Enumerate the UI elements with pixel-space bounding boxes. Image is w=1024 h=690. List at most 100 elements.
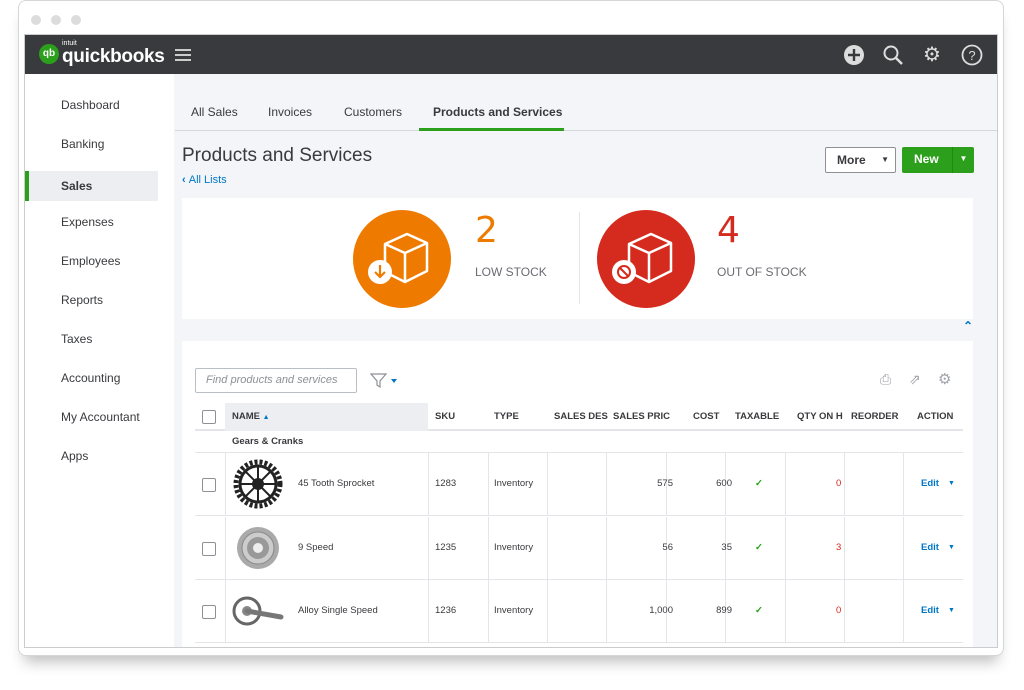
- row-checkbox[interactable]: [202, 478, 216, 492]
- column-divider: [903, 580, 904, 643]
- column-divider: [488, 580, 489, 643]
- plus-circle-icon[interactable]: [843, 44, 865, 66]
- low-stock-box-icon[interactable]: [353, 210, 451, 308]
- select-all-checkbox[interactable]: [202, 410, 216, 424]
- cell-cost: 600: [716, 478, 732, 489]
- product-name[interactable]: 9 Speed: [298, 542, 333, 553]
- cell-type: Inventory: [494, 478, 534, 489]
- sidebar-item-apps[interactable]: Apps: [25, 441, 158, 471]
- column-divider: [606, 516, 607, 580]
- sidebar-item-accounting[interactable]: Accounting: [25, 363, 158, 393]
- cell-qty: 0: [836, 478, 842, 489]
- product-name[interactable]: 45 Tooth Sprocket: [298, 478, 374, 489]
- product-image: [231, 584, 285, 643]
- qb-logo-icon: qb: [39, 44, 59, 64]
- column-header-sales-price[interactable]: SALES PRIC: [613, 403, 670, 429]
- cell-type: Inventory: [494, 541, 534, 553]
- sidebar-item-reports[interactable]: Reports: [25, 285, 158, 315]
- table-row[interactable]: 9 Speed 1235 Inventory 56 35 ✓ 3 Edit ▼: [195, 516, 963, 580]
- out-of-stock-count[interactable]: 4: [717, 210, 740, 251]
- cell-cost: 35: [721, 541, 732, 553]
- row-checkbox[interactable]: [202, 605, 216, 619]
- sidebar-item-sales[interactable]: Sales: [25, 171, 158, 201]
- column-header-action: ACTION: [917, 411, 954, 422]
- tab-products-and-services[interactable]: Products and Services: [433, 105, 562, 119]
- column-divider: [488, 516, 489, 580]
- column-divider: [428, 580, 429, 643]
- action-caret-down-icon[interactable]: ▼: [948, 544, 955, 551]
- export-icon[interactable]: ⇗: [909, 371, 921, 388]
- column-divider: [903, 516, 904, 580]
- cell-action[interactable]: Edit: [921, 542, 939, 553]
- all-lists-label: All Lists: [188, 174, 227, 186]
- more-button[interactable]: More ▼: [825, 147, 896, 173]
- print-icon[interactable]: ⎙: [880, 371, 891, 388]
- column-header-cost[interactable]: COST: [693, 403, 719, 429]
- table-row[interactable]: Alloy Single Speed 1236 Inventory 1,000 899 ✓…: [195, 580, 963, 643]
- column-header-type[interactable]: TYPE: [494, 403, 519, 429]
- cell-action[interactable]: Edit: [921, 605, 939, 616]
- cell-price: 575: [657, 478, 673, 489]
- column-divider: [844, 516, 845, 580]
- cell-type: Inventory: [494, 605, 534, 616]
- sidebar-item-banking[interactable]: Banking: [25, 129, 158, 159]
- group-label: Gears & Cranks: [232, 436, 304, 447]
- tab-all-sales[interactable]: All Sales: [191, 105, 238, 119]
- column-header-sku[interactable]: SKU: [435, 403, 455, 429]
- sidebar-item-expenses[interactable]: Expenses: [25, 207, 158, 237]
- cell-qty: 3: [836, 541, 842, 553]
- brand-name: quickbooks: [62, 46, 165, 67]
- search-input[interactable]: Find products and services: [195, 368, 357, 393]
- new-label: New: [914, 152, 939, 166]
- products-table-panel: Find products and services ⎙ ⇗ ⚙ NAME ▲ …: [182, 341, 973, 647]
- collapse-chevron-icon[interactable]: ⌃: [963, 319, 973, 333]
- gear-icon[interactable]: ⚙: [921, 44, 943, 66]
- cell-taxable: ✓: [755, 605, 763, 616]
- filter-icon[interactable]: [369, 372, 400, 393]
- column-divider: [428, 516, 429, 580]
- table-header: NAME ▲ SKU TYPE SALES DES SALES PRIC COS…: [195, 403, 963, 431]
- column-header-name[interactable]: NAME ▲: [232, 403, 270, 429]
- caret-down-icon[interactable]: ▼: [952, 147, 974, 173]
- cell-action[interactable]: Edit: [921, 478, 939, 489]
- table-row[interactable]: 45 Tooth Sprocket 1283 Inventory 575 600 ✓ 0 Ed…: [195, 453, 963, 516]
- product-name[interactable]: Alloy Single Speed: [298, 605, 378, 616]
- svg-text:?: ?: [968, 48, 975, 63]
- action-caret-down-icon[interactable]: ▼: [948, 480, 955, 487]
- out-of-stock-box-icon[interactable]: [597, 210, 695, 308]
- page-title: Products and Services: [182, 145, 373, 166]
- tab-invoices[interactable]: Invoices: [268, 105, 312, 119]
- sidebar-item-my-accountant[interactable]: My Accountant: [25, 402, 158, 432]
- out-of-stock-label: OUT OF STOCK: [717, 265, 807, 279]
- action-caret-down-icon[interactable]: ▼: [948, 607, 955, 614]
- low-stock-count[interactable]: 2: [475, 210, 498, 251]
- column-divider: [547, 516, 548, 580]
- column-header-sales-desc[interactable]: SALES DES: [554, 403, 608, 429]
- sidebar-item-dashboard[interactable]: Dashboard: [25, 90, 158, 120]
- caret-down-icon: ▼: [881, 155, 889, 164]
- column-divider: [547, 453, 548, 516]
- column-header-reorder[interactable]: REORDER: [851, 403, 899, 429]
- cell-qty: 0: [836, 605, 842, 616]
- row-checkbox[interactable]: [202, 541, 216, 556]
- search-icon[interactable]: [882, 44, 904, 66]
- column-header-taxable[interactable]: TAXABLE: [735, 403, 779, 429]
- new-button[interactable]: New ▼: [902, 147, 974, 173]
- column-divider: [903, 453, 904, 516]
- settings-gear-icon[interactable]: ⚙: [938, 370, 951, 388]
- stock-summary: 2 LOW STOCK 4 OUT OF STOCK: [182, 198, 973, 319]
- hamburger-menu-icon[interactable]: [175, 49, 191, 61]
- help-icon[interactable]: ?: [961, 44, 983, 66]
- top-bar: qb intuit quickbooks ⚙ ?: [25, 35, 997, 74]
- tab-customers[interactable]: Customers: [344, 105, 402, 119]
- quickbooks-logo[interactable]: qb intuit quickbooks: [39, 40, 165, 67]
- cell-taxable: ✓: [755, 478, 763, 489]
- sidebar-item-taxes[interactable]: Taxes: [25, 324, 158, 354]
- all-lists-link[interactable]: ‹ All Lists: [182, 174, 227, 186]
- window-dot: [71, 15, 81, 25]
- sidebar-item-employees[interactable]: Employees: [25, 246, 158, 276]
- column-divider: [785, 516, 786, 580]
- cell-price: 56: [662, 541, 673, 553]
- column-header-qty-on-hand[interactable]: QTY ON H: [797, 403, 843, 429]
- product-image: [231, 521, 285, 580]
